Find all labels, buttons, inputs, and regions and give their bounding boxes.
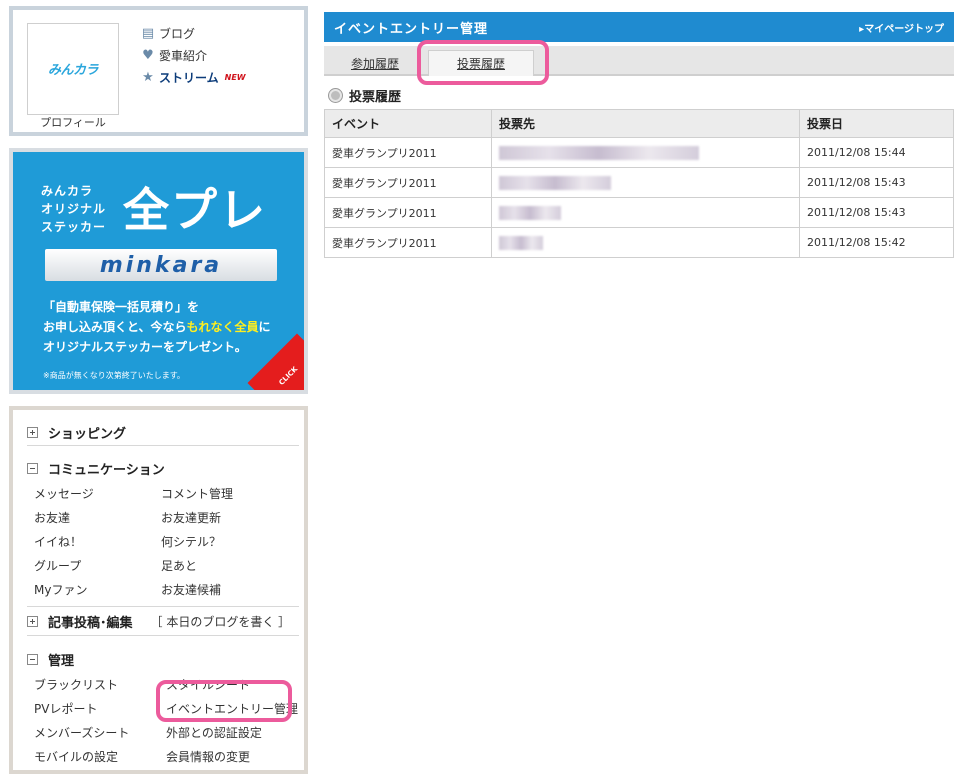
vote-date-cell: 2011/12/08 15:43 — [799, 197, 954, 228]
menu-item-stylesheet[interactable]: スタイルシート — [166, 676, 250, 693]
tab-participation-history[interactable]: 参加履歴 — [334, 50, 416, 76]
new-badge: NEW — [224, 72, 246, 82]
menu-item-members-sheet[interactable]: メンバーズシート — [34, 724, 129, 741]
vote-target-cell[interactable] — [491, 167, 800, 198]
collapse-icon — [27, 462, 38, 474]
mypage-top-link[interactable]: ▸マイページトップ — [859, 20, 944, 35]
document-icon: ▤ — [141, 25, 155, 41]
heart-icon: ♥ — [142, 47, 154, 63]
menu-section-label: ショッピング — [48, 427, 127, 442]
tab-vote-history[interactable]: 投票履歴 — [428, 50, 534, 76]
banner-line-2-highlight: もれなく全員 — [186, 320, 259, 334]
page-title-bar: イベントエントリー管理 ▸マイページトップ — [324, 12, 954, 42]
table-row: 愛車グランプリ2011 2011/12/08 15:42 — [324, 227, 954, 258]
menu-item-external-auth[interactable]: 外部との認証設定 — [166, 724, 262, 741]
expand-icon — [27, 427, 38, 438]
blurred-text — [499, 145, 699, 160]
menu-section-label: コミュニケーション — [48, 462, 165, 478]
banner-big-text: 全プレ — [123, 183, 267, 237]
car-intro-link[interactable]: ♥ 愛車紹介 — [141, 44, 246, 66]
menu-item-member-info-change[interactable]: 会員情報の変更 — [166, 748, 250, 765]
banner-minkara-logo: minkara — [45, 249, 277, 281]
blog-link[interactable]: ▤ ブログ — [141, 22, 246, 44]
col-header-event: イベント — [324, 109, 492, 138]
section-title-label: 投票履歴 — [349, 90, 402, 105]
vote-target-cell[interactable] — [491, 227, 800, 258]
menu-section-communication[interactable]: コミュニケーション — [27, 455, 299, 481]
page-title: イベントエントリー管理 — [334, 21, 489, 37]
event-cell[interactable]: 愛車グランプリ2011 — [324, 197, 492, 228]
profile-caption[interactable]: プロフィール — [27, 114, 119, 130]
menu-item-pv-report[interactable]: PVレポート — [34, 700, 97, 717]
table-header-row: イベント 投票先 投票日 — [324, 109, 954, 138]
vote-target-cell[interactable] — [491, 137, 800, 168]
stream-link-label: ストリーム — [159, 70, 219, 85]
tab-bar: 参加履歴 投票履歴 — [324, 46, 954, 76]
menu-item-friend-updates[interactable]: お友達更新 — [161, 509, 221, 526]
table-row: 愛車グランプリ2011 2011/12/08 15:43 — [324, 197, 954, 228]
menu-section-admin[interactable]: 管理 — [27, 646, 299, 672]
menu-item-message[interactable]: メッセージ — [34, 485, 94, 502]
star-icon: ★ — [142, 69, 154, 85]
banner-small-line: オリジナル — [41, 202, 107, 216]
table-row: 愛車グランプリ2011 2011/12/08 15:43 — [324, 167, 954, 198]
vote-date-cell: 2011/12/08 15:42 — [799, 227, 954, 258]
blurred-text — [499, 175, 611, 190]
menu-section-label: 記事投稿･編集 — [48, 615, 133, 631]
side-menu: ショッピング コミュニケーション メッセージ コメント管理 お友達 お友達更新 … — [9, 406, 308, 774]
menu-section-shopping[interactable]: ショッピング — [27, 420, 299, 446]
menu-item-my-fans[interactable]: Myファン — [34, 581, 87, 598]
avatar[interactable]: みんカラ — [27, 23, 119, 115]
col-header-vote-date: 投票日 — [799, 109, 954, 138]
table-row: 愛車グランプリ2011 2011/12/08 15:44 — [324, 137, 954, 168]
menu-item-footprints[interactable]: 足あと — [161, 557, 197, 574]
profile-links: ▤ ブログ ♥ 愛車紹介 ★ ストリーム NEW — [141, 22, 246, 88]
sticker-banner[interactable]: みんカラ オリジナル ステッカー 全プレ minkara 「自動車保険一括見積り… — [9, 148, 308, 394]
blog-link-label: ブログ — [159, 26, 196, 41]
vote-target-cell[interactable] — [491, 197, 800, 228]
blurred-text — [499, 235, 543, 250]
banner-small-text: みんカラ オリジナル ステッカー — [41, 182, 106, 236]
expand-icon — [27, 615, 38, 627]
blurred-text — [499, 205, 561, 220]
menu-section-label: 管理 — [48, 653, 75, 669]
stream-link[interactable]: ★ ストリーム NEW — [141, 66, 246, 88]
profile-box: みんカラ プロフィール ▤ ブログ ♥ 愛車紹介 ★ ストリーム NEW — [9, 6, 308, 136]
banner-line-2-pre: お申し込み頂くと、今なら — [43, 320, 187, 334]
vote-date-cell: 2011/12/08 15:44 — [799, 137, 954, 168]
section-title: 投票履歴 — [329, 86, 401, 105]
menu-item-friends[interactable]: お友達 — [34, 509, 70, 526]
minkara-logo: みんカラ — [36, 46, 110, 90]
menu-item-friend-candidates[interactable]: お友達候補 — [161, 581, 221, 598]
menu-item-blacklist[interactable]: ブラックリスト — [34, 676, 118, 693]
write-today-blog-link[interactable]: ［ 本日のブログを書く ］ — [151, 613, 291, 630]
vote-history-table: イベント 投票先 投票日 愛車グランプリ2011 2011/12/08 15:4… — [324, 109, 954, 258]
banner-corner — [247, 333, 304, 390]
banner-small-line: ステッカー — [41, 220, 107, 234]
banner-line-3: オリジナルステッカーをプレゼント。 — [43, 340, 247, 354]
col-header-vote-target: 投票先 — [491, 109, 800, 138]
banner-line-1: 「自動車保険一括見積り」を — [43, 300, 200, 314]
menu-item-mobile-settings[interactable]: モバイルの設定 — [34, 748, 118, 765]
event-cell[interactable]: 愛車グランプリ2011 — [324, 167, 492, 198]
banner-line-2-post: に — [258, 320, 271, 334]
collapse-icon — [27, 653, 38, 665]
menu-item-like[interactable]: イイね！ — [34, 533, 82, 550]
banner-line-2: お申し込み頂くと、今ならもれなく全員に — [43, 318, 271, 335]
menu-item-comment-manage[interactable]: コメント管理 — [161, 485, 233, 502]
menu-item-group[interactable]: グループ — [34, 557, 81, 574]
banner-small-line: みんカラ — [41, 184, 94, 198]
banner-note: ※商品が無くなり次第終了いたします。 — [43, 371, 185, 380]
menu-section-posting[interactable]: 記事投稿･編集 ［ 本日のブログを書く ］ — [27, 606, 299, 636]
event-cell[interactable]: 愛車グランプリ2011 — [324, 227, 492, 258]
menu-item-whats-up[interactable]: 何シテル？ — [161, 533, 221, 550]
event-cell[interactable]: 愛車グランプリ2011 — [324, 137, 492, 168]
car-intro-link-label: 愛車紹介 — [159, 48, 208, 63]
vote-date-cell: 2011/12/08 15:43 — [799, 167, 954, 198]
bullet-icon — [329, 89, 342, 102]
menu-item-event-entry-manage[interactable]: イベントエントリー管理 — [166, 700, 298, 717]
